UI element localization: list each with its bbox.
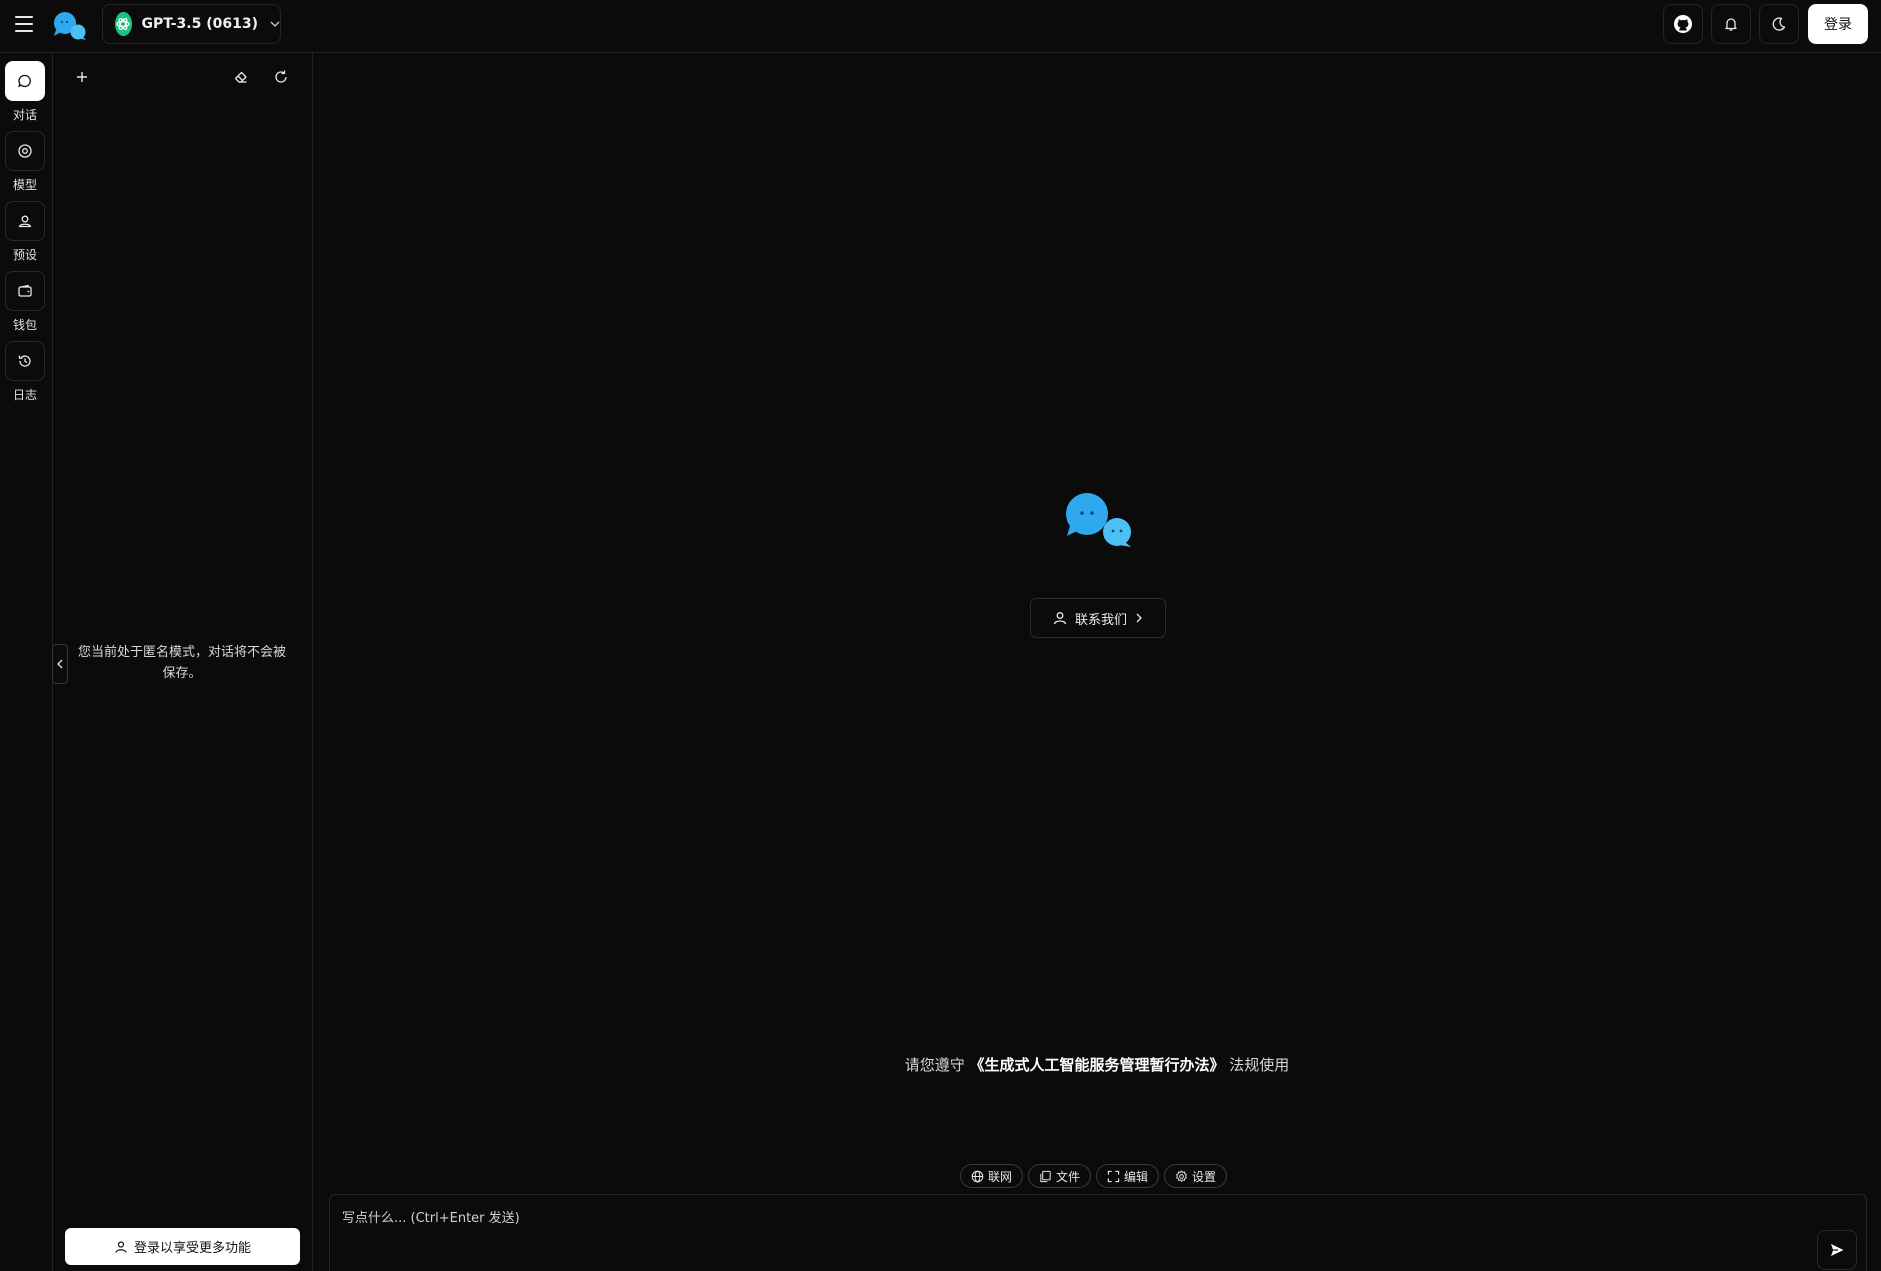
message-input[interactable] bbox=[330, 1195, 1866, 1271]
file-chip[interactable]: 文件 bbox=[1028, 1164, 1092, 1188]
contact-us-button[interactable]: 联系我们 bbox=[1030, 598, 1166, 638]
expand-icon bbox=[1107, 1170, 1120, 1183]
login-more-button[interactable]: 登录以享受更多功能 bbox=[65, 1228, 300, 1265]
user-icon bbox=[1052, 610, 1068, 626]
nav-rail: 对话 模型 预设 钱包 日志 bbox=[0, 53, 53, 1271]
moon-icon bbox=[1771, 16, 1787, 32]
nav-label: 预设 bbox=[12, 248, 37, 262]
notice-suffix: 法规使用 bbox=[1229, 1056, 1290, 1074]
contact-us-label: 联系我们 bbox=[1074, 612, 1127, 628]
globe-icon bbox=[971, 1170, 984, 1183]
nav-label: 日志 bbox=[12, 388, 37, 402]
notice-prefix: 请您遵守 bbox=[904, 1056, 965, 1074]
nav-item-wallet[interactable]: 钱包 bbox=[5, 271, 45, 333]
menu-icon[interactable] bbox=[12, 12, 36, 36]
openai-logo-icon bbox=[115, 12, 132, 36]
web-search-chip[interactable]: 联网 bbox=[960, 1164, 1024, 1188]
send-button[interactable] bbox=[1817, 1230, 1857, 1270]
github-icon bbox=[1673, 14, 1693, 34]
gear-icon bbox=[1175, 1169, 1188, 1183]
chat-logo-icon bbox=[1065, 492, 1135, 548]
refresh-icon bbox=[273, 69, 289, 85]
login-more-label: 登录以享受更多功能 bbox=[133, 1241, 251, 1256]
clear-chats-button[interactable] bbox=[227, 63, 255, 91]
chat-logo-icon bbox=[53, 11, 87, 41]
nav-item-log[interactable]: 日志 bbox=[5, 341, 45, 403]
chat-bubble-icon[interactable] bbox=[5, 61, 45, 101]
login-button[interactable]: 登录 bbox=[1808, 4, 1868, 44]
collapse-sidebar-button[interactable] bbox=[52, 644, 68, 684]
user-badge-icon[interactable] bbox=[5, 201, 45, 241]
notification-button[interactable] bbox=[1711, 4, 1751, 44]
chip-label: 联网 bbox=[988, 1169, 1013, 1184]
chevron-right-icon bbox=[1134, 613, 1144, 623]
nav-item-preset[interactable]: 预设 bbox=[5, 201, 45, 263]
regulation-notice: 请您遵守 《生成式人工智能服务管理暂行办法》 法规使用 bbox=[313, 1054, 1881, 1075]
chevron-down-icon bbox=[270, 19, 280, 29]
conversation-panel: 您当前处于匿名模式，对话将不会被保存。 登录以享受更多功能 bbox=[53, 53, 313, 1271]
chip-label: 文件 bbox=[1056, 1169, 1081, 1184]
new-chat-button[interactable] bbox=[68, 63, 96, 91]
regulation-link[interactable]: 《生成式人工智能服务管理暂行办法》 bbox=[969, 1056, 1224, 1074]
nav-item-model[interactable]: 模型 bbox=[5, 131, 45, 193]
github-button[interactable] bbox=[1663, 4, 1703, 44]
send-icon bbox=[1829, 1242, 1845, 1258]
nav-label: 对话 bbox=[12, 108, 37, 122]
bell-icon bbox=[1723, 16, 1739, 32]
settings-chip[interactable]: 设置 bbox=[1164, 1164, 1228, 1188]
nav-item-chat[interactable]: 对话 bbox=[5, 61, 45, 123]
nav-label: 钱包 bbox=[12, 318, 37, 332]
app-root: GPT-3.5 (0613) 登录 对话 模型 预设 钱包 日志 您当前处于匿名… bbox=[0, 0, 1881, 1271]
anonymous-notice: 您当前处于匿名模式，对话将不会被保存。 bbox=[77, 645, 286, 681]
chip-label: 设置 bbox=[1192, 1169, 1217, 1184]
nav-label: 模型 bbox=[12, 178, 37, 192]
user-icon bbox=[114, 1240, 128, 1254]
model-label: GPT-3.5 (0613) bbox=[141, 16, 259, 32]
copy-file-icon bbox=[1039, 1170, 1052, 1183]
chip-label: 编辑 bbox=[1124, 1169, 1149, 1184]
top-bar: GPT-3.5 (0613) 登录 bbox=[0, 0, 1881, 53]
eraser-icon bbox=[233, 69, 249, 85]
history-icon[interactable] bbox=[5, 341, 45, 381]
edit-chip[interactable]: 编辑 bbox=[1096, 1164, 1160, 1188]
model-selector[interactable]: GPT-3.5 (0613) bbox=[102, 4, 281, 44]
chevron-left-icon bbox=[56, 659, 64, 669]
message-input-box bbox=[329, 1194, 1867, 1271]
refresh-button[interactable] bbox=[267, 63, 295, 91]
theme-toggle-button[interactable] bbox=[1759, 4, 1799, 44]
input-toolbar: 联网 文件 编辑 设置 bbox=[960, 1164, 1228, 1188]
model-target-icon[interactable] bbox=[5, 131, 45, 171]
plus-icon bbox=[75, 70, 89, 84]
wallet-icon[interactable] bbox=[5, 271, 45, 311]
main-chat-area: 联系我们 请您遵守 《生成式人工智能服务管理暂行办法》 法规使用 联网 文件 编… bbox=[313, 53, 1881, 1271]
